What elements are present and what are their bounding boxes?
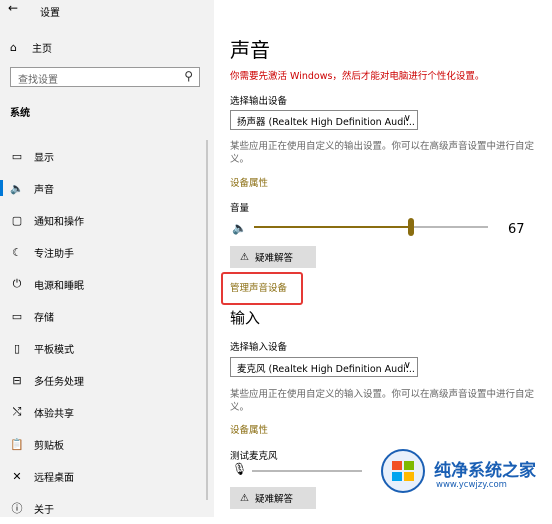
sidebar-item-storage[interactable]: ▭ 存储 xyxy=(0,300,214,332)
microphone-icon: 🎙 xyxy=(232,462,248,476)
search-box[interactable]: 查找设置 ⚲ xyxy=(10,67,200,87)
sidebar-item-label: 多任务处理 xyxy=(34,376,84,388)
sidebar-item-display[interactable]: ▭ 显示 xyxy=(0,140,214,172)
input-device-label: 选择输入设备 xyxy=(230,342,288,353)
output-device-properties-link[interactable]: 设备属性 xyxy=(230,175,268,189)
warning-icon: ⚠ xyxy=(240,492,249,504)
sidebar-item-label: 显示 xyxy=(34,152,54,164)
sidebar-item-project[interactable]: ⤭ 体验共享 xyxy=(0,396,214,428)
output-troubleshoot-button[interactable]: ⚠ 疑难解答 xyxy=(230,246,316,268)
sidebar-item-label: 通知和操作 xyxy=(34,216,84,228)
title-bar: ← 设置 xyxy=(0,0,214,20)
activation-warning: 你需要先激活 Windows，然后才能对电脑进行个性化设置。 xyxy=(230,71,485,82)
sidebar-item-clipboard[interactable]: 📋 剪贴板 xyxy=(0,428,214,460)
sidebar-item-tablet-mode[interactable]: ▯ 平板模式 xyxy=(0,332,214,364)
sidebar-item-label: 剪贴板 xyxy=(34,440,64,452)
focus-assist-icon: ☾ xyxy=(12,245,22,259)
remote-desktop-icon: ✕ xyxy=(12,469,22,483)
input-description: 某些应用正在使用自定义的输入设置。你可以在高级声音设置中进行自定义。 xyxy=(230,389,535,413)
about-icon: ⓘ xyxy=(11,502,23,515)
sidebar-home[interactable]: ⌂ 主页 xyxy=(10,39,52,55)
section-heading: 系统 xyxy=(10,108,30,119)
sound-icon: 🔈 xyxy=(10,181,24,195)
chevron-down-icon: ∨ xyxy=(403,113,411,124)
watermark-url: www.ycwjzy.com xyxy=(436,480,507,490)
sidebar-item-label: 远程桌面 xyxy=(34,472,74,484)
input-troubleshoot-button[interactable]: ⚠ 疑难解答 xyxy=(230,487,316,509)
volume-slider-thumb[interactable] xyxy=(407,218,414,236)
home-icon: ⌂ xyxy=(10,40,17,54)
sidebar-item-label: 体验共享 xyxy=(34,408,74,420)
speaker-icon: 🔈 xyxy=(232,221,247,235)
volume-slider[interactable] xyxy=(254,218,488,236)
manage-sound-devices-link[interactable]: 管理声音设备 xyxy=(230,280,287,294)
notifications-icon: ▢ xyxy=(11,213,23,227)
sidebar-scrollbar[interactable] xyxy=(206,140,208,500)
sidebar-item-label: 平板模式 xyxy=(34,344,74,356)
input-device-properties-link[interactable]: 设备属性 xyxy=(230,422,268,436)
volume-label: 音量 xyxy=(230,203,250,214)
microphone-level-bar xyxy=(252,470,362,472)
output-device-value: 扬声器 (Realtek High Definition Audi... xyxy=(237,117,415,128)
clipboard-icon: 📋 xyxy=(10,437,24,451)
volume-value: 67 xyxy=(508,222,525,237)
input-heading: 输入 xyxy=(230,309,261,327)
output-description: 某些应用正在使用自定义的输出设置。你可以在高级声音设置中进行自定义。 xyxy=(230,141,535,165)
search-input[interactable]: 查找设置 xyxy=(18,71,58,86)
back-arrow-icon[interactable]: ← xyxy=(8,1,18,15)
sidebar-item-label: 专注助手 xyxy=(34,248,74,260)
sidebar-nav: ▭ 显示 🔈 声音 ▢ 通知和操作 ☾ 专注助手 ⏻ 电源和睡眠 ▭ 存储 ▯ 平板模式 ⊟ 多任务处理 ⤭ 体验… xyxy=(0,140,214,524)
chevron-down-icon: ∨ xyxy=(403,360,411,371)
volume-slider-fill xyxy=(254,226,411,228)
project-icon: ⤭ xyxy=(12,405,22,418)
display-icon: ▭ xyxy=(11,149,23,163)
sidebar-item-label: 电源和睡眠 xyxy=(34,280,84,292)
sidebar: ← 设置 ⌂ 主页 查找设置 ⚲ 系统 ▭ 显示 🔈 声音 ▢ 通知和操作 ☾ 专注助手 ⏻ 电源… xyxy=(0,0,214,517)
power-sleep-icon: ⏻ xyxy=(12,277,22,290)
input-troubleshoot-label: 疑难解答 xyxy=(254,494,293,505)
sidebar-item-multitasking[interactable]: ⊟ 多任务处理 xyxy=(0,364,214,396)
app-title: 设置 xyxy=(40,8,60,19)
watermark-logo xyxy=(381,449,425,493)
multitasking-icon: ⊟ xyxy=(12,373,22,387)
sidebar-item-label: 关于 xyxy=(34,504,54,516)
watermark-title: 纯净系统之家 xyxy=(434,461,536,481)
output-troubleshoot-label: 疑难解答 xyxy=(254,253,293,264)
storage-icon: ▭ xyxy=(11,309,23,323)
test-microphone-label: 测试麦克风 xyxy=(230,451,278,462)
sidebar-item-remote-desktop[interactable]: ✕ 远程桌面 xyxy=(0,460,214,492)
sidebar-item-label: 声音 xyxy=(34,184,54,196)
input-device-select[interactable]: 麦克风 (Realtek High Definition Audi... ∨ xyxy=(230,357,418,377)
sidebar-item-label: 存储 xyxy=(34,312,54,324)
search-icon[interactable]: ⚲ xyxy=(184,69,193,83)
sidebar-item-sound[interactable]: 🔈 声音 xyxy=(0,172,214,204)
watermark: 纯净系统之家 www.ycwjzy.com xyxy=(370,436,552,517)
output-device-select[interactable]: 扬声器 (Realtek High Definition Audi... ∨ xyxy=(230,110,418,130)
tablet-mode-icon: ▯ xyxy=(13,341,21,355)
input-device-value: 麦克风 (Realtek High Definition Audi... xyxy=(237,364,415,375)
sidebar-item-power-sleep[interactable]: ⏻ 电源和睡眠 xyxy=(0,268,214,300)
page-title: 声音 xyxy=(230,38,270,62)
warning-icon: ⚠ xyxy=(240,251,249,263)
sidebar-item-focus-assist[interactable]: ☾ 专注助手 xyxy=(0,236,214,268)
sidebar-item-notifications[interactable]: ▢ 通知和操作 xyxy=(0,204,214,236)
output-device-label: 选择输出设备 xyxy=(230,96,288,107)
home-label: 主页 xyxy=(32,43,52,55)
sidebar-item-about[interactable]: ⓘ 关于 xyxy=(0,492,214,524)
